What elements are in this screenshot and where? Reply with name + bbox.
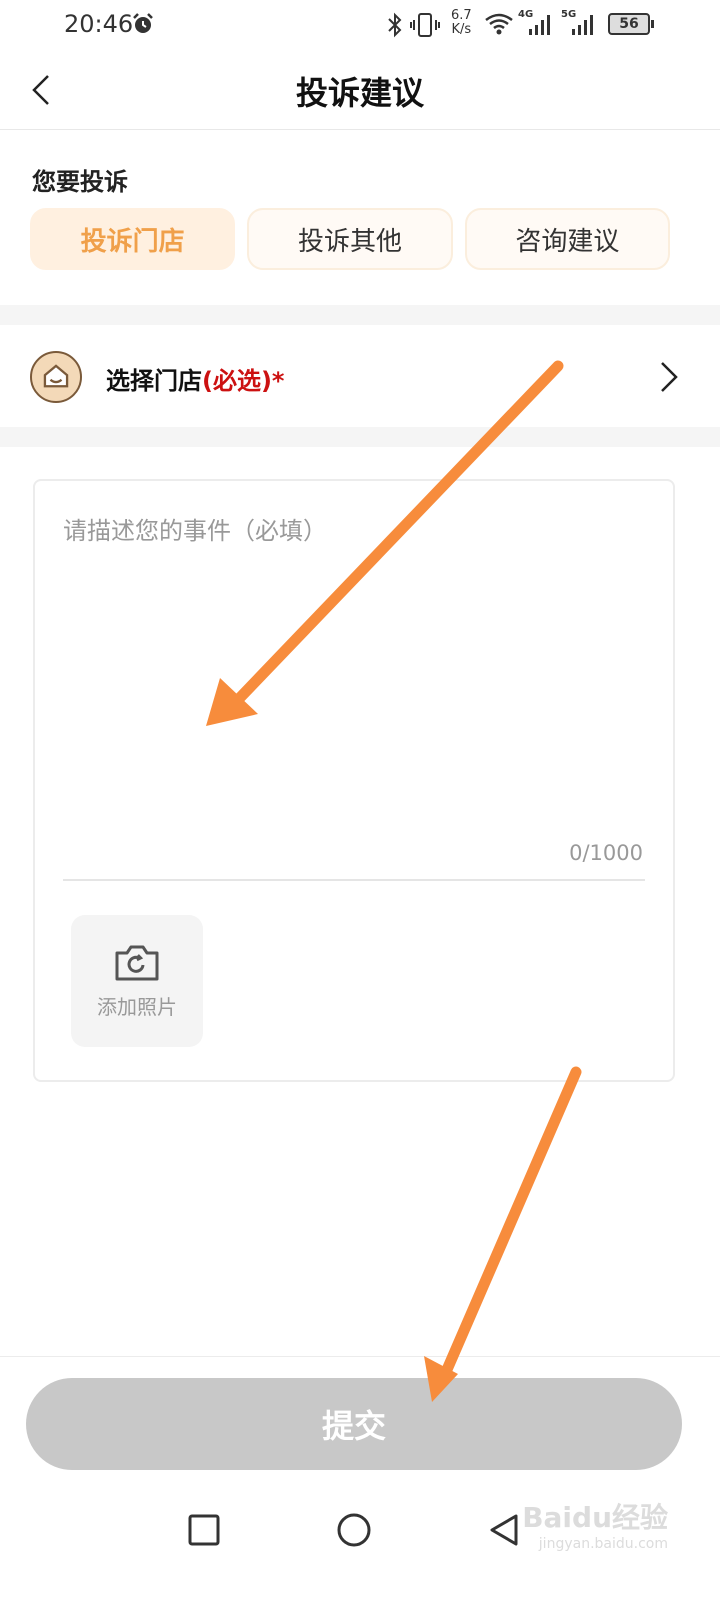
header: 投诉建议 [0, 50, 720, 130]
signal-4g-icon [529, 15, 550, 35]
complaint-type-label: 您要投诉 [32, 168, 128, 196]
complaint-type-tabs: 投诉门店 投诉其他 咨询建议 [30, 208, 670, 270]
annotation-arrow-to-submit [424, 1066, 582, 1402]
watermark-brand: Baidu经验 [522, 1501, 668, 1534]
section-divider [0, 427, 720, 447]
required-marker: (必选)* [202, 367, 285, 395]
signal-5g-icon [572, 15, 593, 35]
watermark-url: jingyan.baidu.com [538, 1536, 668, 1552]
store-icon [30, 351, 82, 403]
net-speed: 6.7 K/s [451, 9, 472, 37]
tab-complain-other[interactable]: 投诉其他 [247, 208, 453, 270]
tab-consult-suggest[interactable]: 咨询建议 [464, 208, 670, 270]
camera-icon [115, 945, 159, 980]
recents-icon[interactable] [184, 1510, 224, 1550]
net-speed-value: 6.7 [451, 8, 472, 23]
battery-icon: 56 [608, 13, 654, 35]
wifi-icon [485, 13, 513, 35]
store-select-text: 选择门店 [106, 367, 202, 395]
back-nav-icon[interactable] [484, 1510, 524, 1550]
section-divider [0, 305, 720, 325]
bluetooth-icon [388, 12, 402, 38]
description-input[interactable] [63, 511, 647, 841]
bottom-divider [0, 1356, 720, 1357]
store-select-row[interactable]: 选择门店(必选)* [0, 325, 720, 427]
status-bar: 20:46 6.7 K/s 4G 5G 56 [0, 0, 720, 50]
add-photo-label: 添加照片 [97, 994, 177, 1019]
char-count: 0/1000 [569, 841, 643, 865]
tab-complain-store[interactable]: 投诉门店 [30, 208, 236, 270]
store-select-label: 选择门店(必选)* [106, 361, 285, 396]
page-title: 投诉建议 [295, 74, 424, 112]
net-speed-unit: K/s [451, 22, 472, 37]
add-photo-button[interactable]: 添加照片 [71, 915, 203, 1047]
description-divider [63, 879, 645, 881]
submit-button[interactable]: 提交 [26, 1378, 682, 1470]
status-time: 20:46 [64, 10, 134, 38]
alarm-icon [133, 13, 153, 33]
description-card: 0/1000 添加照片 [33, 479, 675, 1082]
chevron-right-icon [661, 362, 678, 392]
vibrate-icon [410, 13, 440, 37]
home-icon[interactable] [334, 1510, 374, 1550]
